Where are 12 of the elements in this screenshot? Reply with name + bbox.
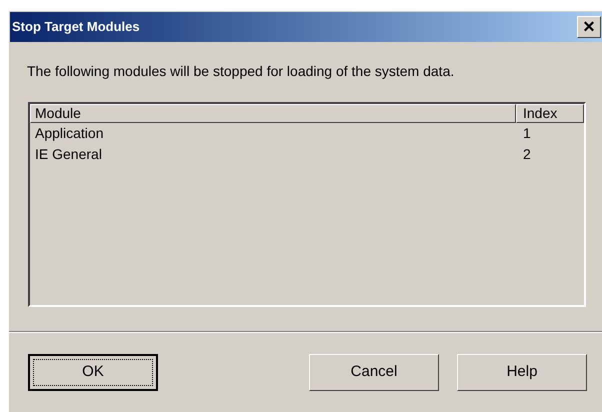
message-text: The following modules will be stopped for loading of the system data. [27, 62, 456, 81]
table-cell-text: IE General [34, 145, 103, 164]
table-cell-text: 1 [522, 124, 531, 143]
dialog-button[interactable]: Help [457, 354, 587, 391]
column-header[interactable]: Module [30, 104, 516, 123]
table-cell-text: Application [34, 124, 104, 143]
table-cell-text: 2 [522, 145, 531, 164]
dialog-button[interactable]: OK [28, 354, 158, 391]
column-header[interactable]: Index [516, 104, 584, 123]
close-button[interactable]: × [577, 16, 601, 38]
dialog-button[interactable]: Cancel [309, 354, 439, 391]
window-title: Stop Target Modules [12, 18, 140, 36]
